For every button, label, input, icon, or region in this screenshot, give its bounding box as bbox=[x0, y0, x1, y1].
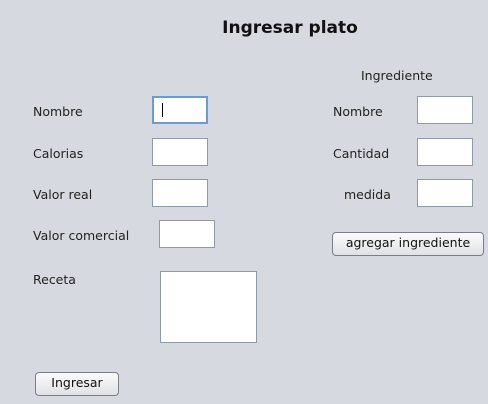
text-caret bbox=[162, 103, 163, 117]
medida-input[interactable] bbox=[417, 179, 473, 207]
calorias-input[interactable] bbox=[152, 138, 208, 166]
valor-comercial-input[interactable] bbox=[159, 220, 215, 248]
nombre-input[interactable] bbox=[152, 96, 208, 124]
cantidad-input[interactable] bbox=[417, 138, 473, 166]
valor-real-input[interactable] bbox=[152, 179, 208, 207]
valor-comercial-label: Valor comercial bbox=[33, 228, 130, 243]
ingrediente-header: Ingrediente bbox=[361, 68, 433, 83]
receta-label: Receta bbox=[33, 272, 76, 287]
receta-textarea[interactable] bbox=[160, 271, 257, 343]
ingrediente-nombre-label: Nombre bbox=[333, 104, 383, 119]
valor-real-label: Valor real bbox=[33, 187, 93, 202]
cantidad-label: Cantidad bbox=[333, 146, 390, 161]
medida-label: medida bbox=[344, 187, 391, 202]
nombre-label: Nombre bbox=[33, 104, 83, 119]
calorias-label: Calorias bbox=[33, 146, 84, 161]
ingresar-button[interactable]: Ingresar bbox=[35, 372, 119, 396]
ingrediente-nombre-input[interactable] bbox=[417, 96, 473, 124]
page-title: Ingresar plato bbox=[222, 18, 358, 38]
agregar-ingrediente-button[interactable]: agregar ingrediente bbox=[332, 232, 484, 256]
